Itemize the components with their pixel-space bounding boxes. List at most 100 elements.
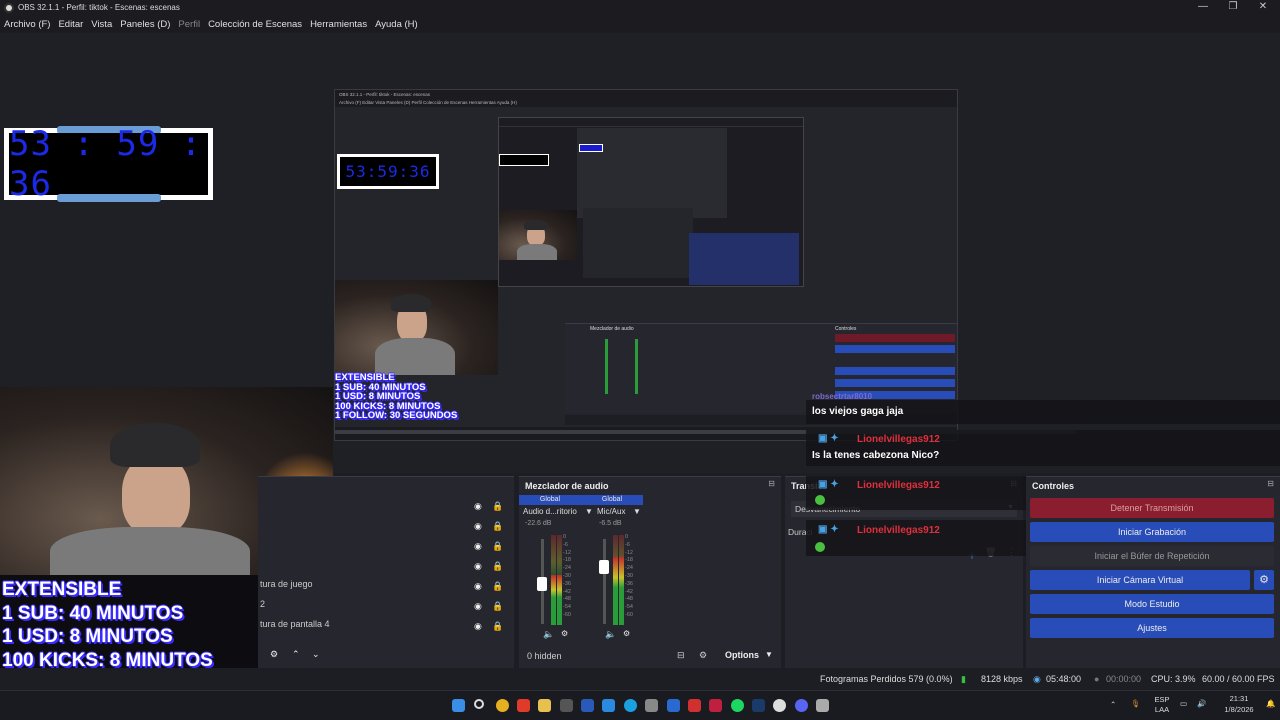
settings-button[interactable]: Ajustes <box>1030 618 1274 638</box>
chrome-icon[interactable] <box>496 699 509 712</box>
channel-2-dropdown-icon[interactable]: ▼ <box>633 507 641 516</box>
visibility-icon[interactable]: ◉ <box>474 601 482 612</box>
menu-coleccion-escenas[interactable]: Colección de Escenas <box>208 19 302 30</box>
search-icon[interactable] <box>474 699 484 709</box>
clock-time[interactable]: 21:31 <box>1216 694 1262 703</box>
nested-obs-capture: OBS 32.1.1 - Perfil: tiktok - Escenas: e… <box>334 89 958 441</box>
menu-ayuda[interactable]: Ayuda (H) <box>375 19 418 30</box>
edge-icon[interactable] <box>602 699 615 712</box>
countdown-timer: 53 : 59 : 36 <box>4 124 213 204</box>
menu-perfil[interactable]: Perfil <box>178 19 200 30</box>
visibility-icon[interactable]: ◉ <box>474 541 482 552</box>
nested-inner-timer <box>499 154 549 166</box>
menu-editar[interactable]: Editar <box>58 19 83 30</box>
channel-1-fader-knob[interactable] <box>537 577 547 591</box>
nested-timer: 53:59:36 <box>337 154 439 189</box>
dock-float-icon[interactable]: ⊟ <box>768 479 775 488</box>
steam-icon[interactable] <box>752 699 765 712</box>
lock-icon[interactable]: 🔒 <box>492 501 503 512</box>
visibility-icon[interactable]: ◉ <box>474 561 482 572</box>
channel-2-fader[interactable] <box>603 539 606 624</box>
gear-icon[interactable]: ⚙ <box>270 649 278 660</box>
channel-2-fader-knob[interactable] <box>599 560 609 574</box>
replay-buffer-button[interactable]: Iniciar el Búfer de Repetición <box>1030 546 1274 566</box>
mixer-layout-icon[interactable]: ⊟ <box>677 650 685 661</box>
virtual-camera-settings-icon[interactable]: ⚙ <box>1254 570 1274 590</box>
lock-icon[interactable]: 🔒 <box>492 581 503 592</box>
folder-icon[interactable] <box>538 699 551 712</box>
visibility-icon[interactable]: ◉ <box>474 621 482 632</box>
lock-icon[interactable]: 🔒 <box>492 621 503 632</box>
speaker-icon[interactable]: 🔈 <box>605 629 616 640</box>
network-icon[interactable]: ▭ <box>1180 699 1187 708</box>
speaker-icon[interactable]: 🔈 <box>543 629 554 640</box>
app-icon-2[interactable] <box>816 699 829 712</box>
title-bar: OBS 32.1.1 - Perfil: tiktok - Escenas: e… <box>0 0 1280 15</box>
nested-overlay-text: EXTENSIBLE 1 SUB: 40 MINUTOS 1 USD: 8 MI… <box>335 372 458 421</box>
app-icon[interactable] <box>688 699 701 712</box>
move-down-icon[interactable]: ⌄ <box>312 649 320 660</box>
move-up-icon[interactable]: ⌃ <box>292 649 300 660</box>
controls-title: Controles <box>1032 481 1075 491</box>
mixer-options-button[interactable]: Options <box>725 650 759 660</box>
word-icon[interactable] <box>581 699 594 712</box>
source-row-game[interactable]: tura de juego <box>260 579 313 599</box>
lock-icon[interactable]: 🔒 <box>492 521 503 532</box>
maximize-button[interactable]: ❐ <box>1217 0 1249 15</box>
chat-user-1: robsectrtar8010 <box>812 392 873 401</box>
channel-2-name[interactable]: Mic/Aux <box>597 507 625 516</box>
dropped-frames: Fotogramas Perdidos 579 (0.0%) <box>820 674 953 684</box>
visibility-icon[interactable]: ◉ <box>474 501 482 512</box>
menu-archivo[interactable]: Archivo (F) <box>4 19 50 30</box>
channel-1-settings-icon[interactable]: ⚙ <box>561 629 568 638</box>
close-button[interactable]: ✕ <box>1247 0 1279 15</box>
visibility-icon[interactable]: ◉ <box>474 581 482 592</box>
lock-icon[interactable]: 🔒 <box>492 561 503 572</box>
lock-icon[interactable]: 🔒 <box>492 601 503 612</box>
meter-tick-label: -54 <box>563 604 571 611</box>
chat-text-2: Is la tenes cabezona Nico? <box>812 450 940 461</box>
keyboard-layout[interactable]: LAA <box>1153 705 1171 714</box>
volume-icon[interactable]: 🔊 <box>1197 699 1206 708</box>
start-recording-button[interactable]: Iniciar Grabación <box>1030 522 1274 542</box>
audio-mixer-dock: Mezclador de audio ⊟ Global Global Audio… <box>519 476 781 668</box>
clock-date[interactable]: 1/8/2026 <box>1216 705 1262 714</box>
capcut-icon[interactable] <box>709 699 722 712</box>
record-time: 00:00:00 <box>1106 674 1142 684</box>
menu-paneles[interactable]: Paneles (D) <box>120 19 170 30</box>
tray-chevron-icon[interactable]: ⌃ <box>1110 700 1116 709</box>
meter-tick-label: -30 <box>563 572 571 579</box>
dock-float-icon[interactable]: ⊟ <box>1267 479 1274 488</box>
menu-vista[interactable]: Vista <box>91 19 112 30</box>
channel-1-dropdown-icon[interactable]: ▼ <box>585 507 593 516</box>
spotify-icon[interactable] <box>731 699 744 712</box>
obs-icon[interactable] <box>773 699 786 712</box>
meter-tick-label: -42 <box>563 588 571 595</box>
stop-stream-button[interactable]: Detener Transmisión <box>1030 498 1274 518</box>
language-code[interactable]: ESP <box>1153 695 1171 704</box>
channel-2-settings-icon[interactable]: ⚙ <box>623 629 630 638</box>
notepad-icon[interactable] <box>645 699 658 712</box>
brave-icon[interactable] <box>517 699 530 712</box>
notifications-icon[interactable]: 🔔 <box>1266 699 1275 708</box>
channel-1-name[interactable]: Audio d...ritorio <box>523 507 577 516</box>
chat-emote-icon <box>815 495 825 505</box>
discord-icon[interactable] <box>795 699 808 712</box>
browser-icon[interactable] <box>624 699 637 712</box>
minimize-button[interactable]: — <box>1187 0 1219 15</box>
windows-start-icon[interactable] <box>452 699 465 712</box>
chevron-down-icon[interactable]: ▼ <box>765 650 773 659</box>
source-row-screen[interactable]: tura de pantalla 4 <box>260 619 330 639</box>
studio-mode-button[interactable]: Modo Estudio <box>1030 594 1274 614</box>
overlay-line-2: 1 SUB: 40 MINUTOS <box>2 602 184 624</box>
channel-2-db: -6.5 dB <box>599 520 622 527</box>
lock-icon[interactable]: 🔒 <box>492 541 503 552</box>
mixer-advanced-icon[interactable]: ⚙ <box>699 650 707 661</box>
menu-herramientas[interactable]: Herramientas <box>310 19 367 30</box>
visibility-icon[interactable]: ◉ <box>474 521 482 532</box>
terminal-icon[interactable] <box>560 699 573 712</box>
photoshop-icon[interactable] <box>667 699 680 712</box>
virtual-camera-button[interactable]: Iniciar Cámara Virtual <box>1030 570 1250 590</box>
microphone-icon[interactable]: 🎙 <box>1131 699 1141 708</box>
source-row-2[interactable]: 2 <box>260 599 265 619</box>
